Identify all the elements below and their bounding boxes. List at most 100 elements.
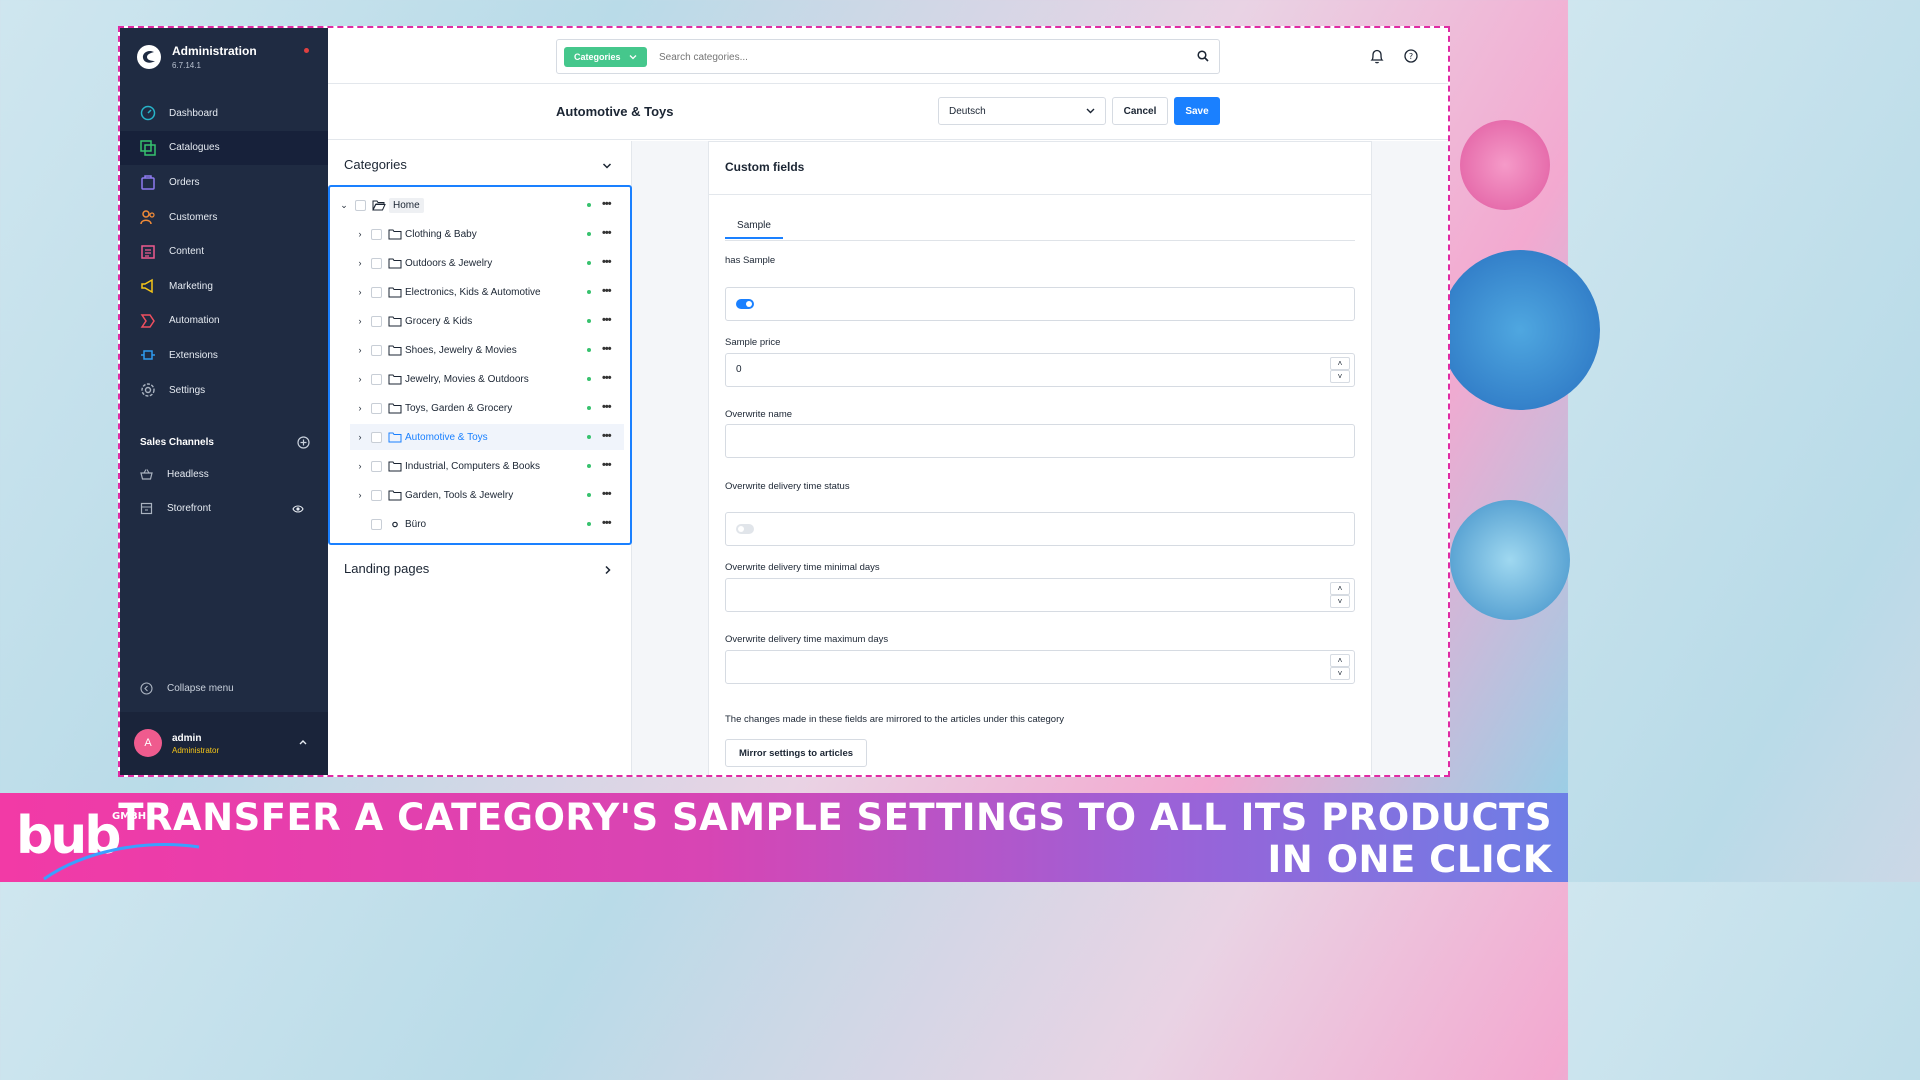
max-days-input[interactable] bbox=[736, 661, 1316, 672]
nav-extensions[interactable]: Extensions bbox=[120, 338, 328, 373]
active-status-dot bbox=[587, 464, 591, 468]
tree-item[interactable]: › Industrial, Computers & Books ••• bbox=[330, 453, 630, 479]
eye-icon[interactable] bbox=[292, 504, 304, 514]
categories-header[interactable]: Categories bbox=[344, 157, 612, 172]
nav-orders[interactable]: Orders bbox=[120, 165, 328, 200]
tree-checkbox[interactable] bbox=[371, 257, 382, 269]
more-options-icon[interactable]: ••• bbox=[602, 198, 612, 210]
more-options-icon[interactable]: ••• bbox=[602, 227, 612, 239]
chevron-right-icon[interactable]: › bbox=[354, 345, 366, 355]
tree-item[interactable]: › Outdoors & Jewelry ••• bbox=[330, 250, 630, 276]
tree-item[interactable]: › Jewelry, Movies & Outdoors ••• bbox=[330, 366, 630, 392]
tree-item-home[interactable]: ⌄ Home ••• bbox=[330, 192, 630, 218]
brand[interactable]: Administration 6.7.14.1 bbox=[136, 44, 257, 70]
bell-icon[interactable] bbox=[1370, 49, 1384, 64]
more-options-icon[interactable]: ••• bbox=[602, 343, 612, 355]
tree-checkbox[interactable] bbox=[371, 518, 382, 530]
search-icon[interactable] bbox=[1197, 50, 1209, 62]
catalogues-icon bbox=[140, 140, 156, 156]
chevron-up-icon[interactable]: ˄ bbox=[1330, 582, 1350, 595]
tree-item[interactable]: Büro ••• bbox=[330, 511, 630, 537]
nav-label: Settings bbox=[169, 384, 206, 396]
chevron-down-icon[interactable]: ⌄ bbox=[338, 200, 350, 211]
sales-channel-storefront[interactable]: Storefront bbox=[140, 502, 310, 515]
more-options-icon[interactable]: ••• bbox=[602, 256, 612, 268]
has-sample-toggle[interactable] bbox=[736, 299, 754, 309]
chevron-right-icon[interactable]: › bbox=[354, 403, 366, 413]
folder-icon bbox=[388, 229, 402, 239]
language-select[interactable]: Deutsch bbox=[938, 97, 1106, 125]
more-options-icon[interactable]: ••• bbox=[602, 430, 612, 442]
tree-checkbox[interactable] bbox=[371, 315, 382, 327]
active-status-dot bbox=[587, 377, 591, 381]
more-options-icon[interactable]: ••• bbox=[602, 401, 612, 413]
nav-marketing[interactable]: Marketing bbox=[120, 269, 328, 304]
bg-decoration bbox=[1450, 500, 1570, 620]
tree-item-selected[interactable]: › Automotive & Toys ••• bbox=[350, 424, 624, 450]
chevron-right-icon[interactable]: › bbox=[354, 258, 366, 268]
bg-decoration bbox=[1440, 250, 1600, 410]
chevron-right-icon[interactable]: › bbox=[354, 316, 366, 326]
chevron-up-icon[interactable]: ˄ bbox=[1330, 654, 1350, 667]
chevron-down-icon[interactable]: ˅ bbox=[1330, 667, 1350, 680]
more-options-icon[interactable]: ••• bbox=[602, 517, 612, 529]
chevron-right-icon[interactable]: › bbox=[354, 461, 366, 471]
save-button[interactable]: Save bbox=[1174, 97, 1220, 125]
chevron-right-icon[interactable]: › bbox=[354, 432, 366, 442]
chevron-up-icon[interactable]: ˄ bbox=[1330, 357, 1350, 370]
collapse-menu[interactable]: Collapse menu bbox=[140, 682, 234, 695]
tree-checkbox[interactable] bbox=[371, 373, 382, 385]
tree-checkbox[interactable] bbox=[371, 344, 382, 356]
overwrite-delivery-status-toggle[interactable] bbox=[736, 524, 754, 534]
chevron-down-icon[interactable]: ˅ bbox=[1330, 370, 1350, 383]
overwrite-name-input[interactable] bbox=[736, 435, 1316, 446]
tree-item[interactable]: › Clothing & Baby ••• bbox=[330, 221, 630, 247]
user-menu[interactable]: A admin Administrator bbox=[120, 712, 328, 775]
mirror-settings-button[interactable]: Mirror settings to articles bbox=[725, 739, 867, 767]
sales-channel-headless[interactable]: Headless bbox=[140, 468, 310, 481]
nav-content[interactable]: Content bbox=[120, 234, 328, 269]
more-options-icon[interactable]: ••• bbox=[602, 488, 612, 500]
nav-settings[interactable]: Settings bbox=[120, 373, 328, 408]
tree-item[interactable]: › Grocery & Kids ••• bbox=[330, 308, 630, 334]
help-icon[interactable]: ? bbox=[1404, 49, 1418, 63]
search-type-pill[interactable]: Categories bbox=[564, 47, 647, 67]
tree-checkbox[interactable] bbox=[371, 431, 382, 443]
chevron-right-icon[interactable]: › bbox=[354, 287, 366, 297]
nav-label: Extensions bbox=[169, 349, 218, 361]
add-sales-channel-icon[interactable] bbox=[297, 436, 310, 449]
chevron-right-icon[interactable]: › bbox=[354, 490, 366, 500]
tab-sample[interactable]: Sample bbox=[725, 220, 783, 239]
tree-item[interactable]: › Shoes, Jewelry & Movies ••• bbox=[330, 337, 630, 363]
nav-automation[interactable]: Automation bbox=[120, 304, 328, 339]
chevron-right-icon[interactable]: › bbox=[354, 374, 366, 384]
nav-dashboard[interactable]: Dashboard bbox=[120, 96, 328, 131]
tree-checkbox[interactable] bbox=[371, 286, 382, 298]
tree-item[interactable]: › Electronics, Kids & Automotive ••• bbox=[330, 279, 630, 305]
tree-checkbox[interactable] bbox=[371, 460, 382, 472]
tree-item[interactable]: › Toys, Garden & Grocery ••• bbox=[330, 395, 630, 421]
landing-pages-header[interactable]: Landing pages bbox=[344, 561, 612, 576]
chevron-down-icon[interactable]: ˅ bbox=[1330, 595, 1350, 608]
search-input[interactable] bbox=[659, 47, 1179, 67]
nav-customers[interactable]: Customers bbox=[120, 200, 328, 235]
tree-checkbox[interactable] bbox=[371, 402, 382, 414]
collapse-icon bbox=[140, 682, 153, 695]
tree-checkbox[interactable] bbox=[371, 489, 382, 501]
nav-catalogues[interactable]: Catalogues bbox=[120, 130, 328, 166]
tree-item[interactable]: › Garden, Tools & Jewelry ••• bbox=[330, 482, 630, 508]
more-options-icon[interactable]: ••• bbox=[602, 459, 612, 471]
cancel-button[interactable]: Cancel bbox=[1112, 97, 1168, 125]
more-options-icon[interactable]: ••• bbox=[602, 314, 612, 326]
more-options-icon[interactable]: ••• bbox=[602, 285, 612, 297]
tree-checkbox[interactable] bbox=[355, 199, 366, 211]
tree-checkbox[interactable] bbox=[371, 228, 382, 240]
page-header: Automotive & Toys Deutsch Cancel Save bbox=[328, 84, 1448, 140]
chevron-up-icon[interactable] bbox=[298, 738, 308, 746]
sample-price-input[interactable] bbox=[736, 364, 1316, 375]
overwrite-name-label: Overwrite name bbox=[725, 409, 793, 420]
active-status-dot bbox=[587, 203, 591, 207]
min-days-input[interactable] bbox=[736, 589, 1316, 600]
chevron-right-icon[interactable]: › bbox=[354, 229, 366, 239]
more-options-icon[interactable]: ••• bbox=[602, 372, 612, 384]
